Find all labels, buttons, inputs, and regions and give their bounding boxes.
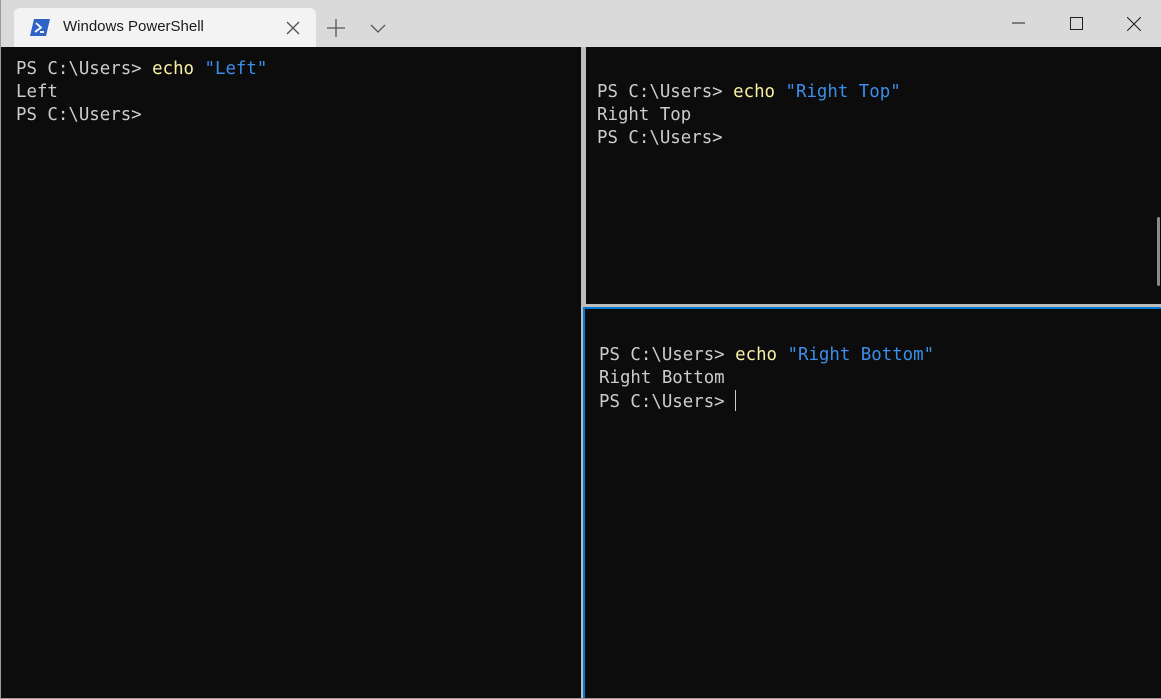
- pane-right-top[interactable]: PS C:\Users> echo "Right Top" Right Top …: [586, 47, 1161, 304]
- terminal-line: PS C:\Users>: [16, 104, 581, 127]
- terminal-line: PS C:\Users> echo "Left": [16, 58, 581, 81]
- maximize-button[interactable]: [1048, 0, 1106, 47]
- prompt: PS C:\Users>: [599, 345, 736, 365]
- terminal-line: PS C:\Users> echo "Right Bottom": [599, 344, 1161, 367]
- powershell-icon: [30, 19, 50, 36]
- text-cursor: [734, 390, 736, 411]
- terminal-output: Right Top: [597, 105, 692, 125]
- terminal-output: Right Bottom: [599, 368, 725, 388]
- tab-title: Windows PowerShell: [63, 18, 204, 35]
- chevron-down-icon[interactable]: [367, 19, 389, 37]
- close-window-button[interactable]: [1105, 0, 1161, 47]
- prompt: PS C:\Users>: [16, 105, 142, 125]
- argument: "Left": [204, 59, 268, 79]
- pane-left[interactable]: PS C:\Users> echo "Left" Left PS C:\User…: [1, 47, 581, 698]
- close-tab-icon[interactable]: [284, 19, 302, 37]
- prompt: PS C:\Users>: [16, 59, 153, 79]
- minimize-button[interactable]: [990, 0, 1048, 47]
- argument: "Right Bottom": [787, 345, 935, 365]
- prompt: PS C:\Users>: [597, 82, 734, 102]
- minimize-icon: [1012, 22, 1025, 24]
- title-bar[interactable]: Windows PowerShell: [1, 0, 1161, 47]
- command: echo: [735, 345, 778, 365]
- prompt: PS C:\Users>: [597, 128, 723, 148]
- new-tab-plus-icon[interactable]: [324, 16, 348, 40]
- scrollbar-thumb[interactable]: [1157, 217, 1160, 286]
- terminal-line: PS C:\Users>: [599, 390, 1161, 413]
- tab-windows-powershell[interactable]: Windows PowerShell: [14, 8, 316, 47]
- terminal-line: PS C:\Users>: [597, 127, 1161, 150]
- command: echo: [733, 82, 776, 102]
- maximize-icon: [1070, 17, 1083, 30]
- prompt: PS C:\Users>: [599, 392, 725, 412]
- terminal-line: PS C:\Users> echo "Right Top": [597, 81, 1161, 104]
- close-icon: [1127, 17, 1141, 31]
- argument: "Right Top": [785, 82, 901, 102]
- terminal-window: Windows PowerShell PS C:\Users> echo "Le…: [0, 0, 1161, 699]
- terminal-output: Left: [16, 82, 58, 102]
- command: echo: [152, 59, 195, 79]
- pane-right-bottom-active[interactable]: PS C:\Users> echo "Right Bottom" Right B…: [583, 307, 1161, 698]
